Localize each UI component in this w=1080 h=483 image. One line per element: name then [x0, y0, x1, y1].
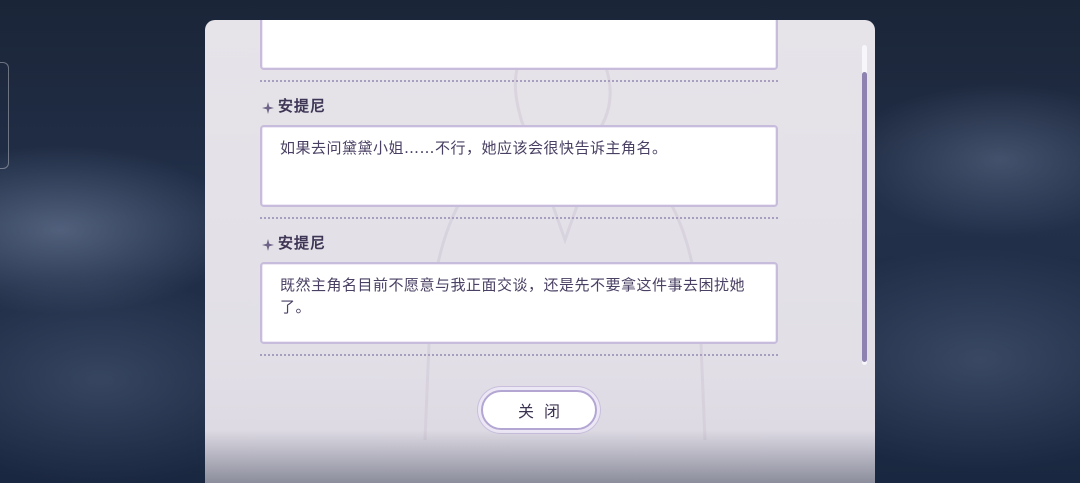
panel-bottom-fade	[205, 430, 875, 483]
log-entry-box: 既然主角名目前不愿意与我正面交谈，还是先不要拿这件事去困扰她了。	[260, 262, 778, 344]
sparkle-star-icon	[262, 101, 274, 114]
dialog-log-panel: 安提尼 如果去问黛黛小姐……不行，她应该会很快告诉主角名。 安提尼 既然主角名目…	[205, 20, 875, 483]
side-tab-handle[interactable]	[0, 62, 9, 169]
log-entry-text: 如果去问黛黛小姐……不行，她应该会很快告诉主角名。	[280, 139, 668, 157]
entry-divider	[260, 354, 778, 356]
scrollbar-thumb[interactable]	[862, 72, 867, 362]
close-button[interactable]: 关闭	[481, 390, 597, 430]
entry-divider	[260, 217, 778, 219]
speaker-label: 安提尼	[262, 95, 326, 116]
game-scene: 安提尼 如果去问黛黛小姐……不行，她应该会很快告诉主角名。 安提尼 既然主角名目…	[0, 0, 1080, 483]
speaker-name: 安提尼	[278, 97, 327, 115]
log-entry-box: 如果去问黛黛小姐……不行，她应该会很快告诉主角名。	[260, 125, 778, 207]
entry-divider	[260, 80, 778, 82]
log-entry-text: 既然主角名目前不愿意与我正面交谈，还是先不要拿这件事去困扰她了。	[280, 276, 746, 316]
log-scrollbar[interactable]	[862, 45, 867, 365]
log-entry-box-previous	[260, 20, 778, 70]
speaker-label: 安提尼	[262, 232, 326, 253]
sparkle-star-icon	[262, 238, 274, 251]
close-button-label: 关闭	[517, 402, 570, 421]
speaker-name: 安提尼	[278, 234, 327, 252]
